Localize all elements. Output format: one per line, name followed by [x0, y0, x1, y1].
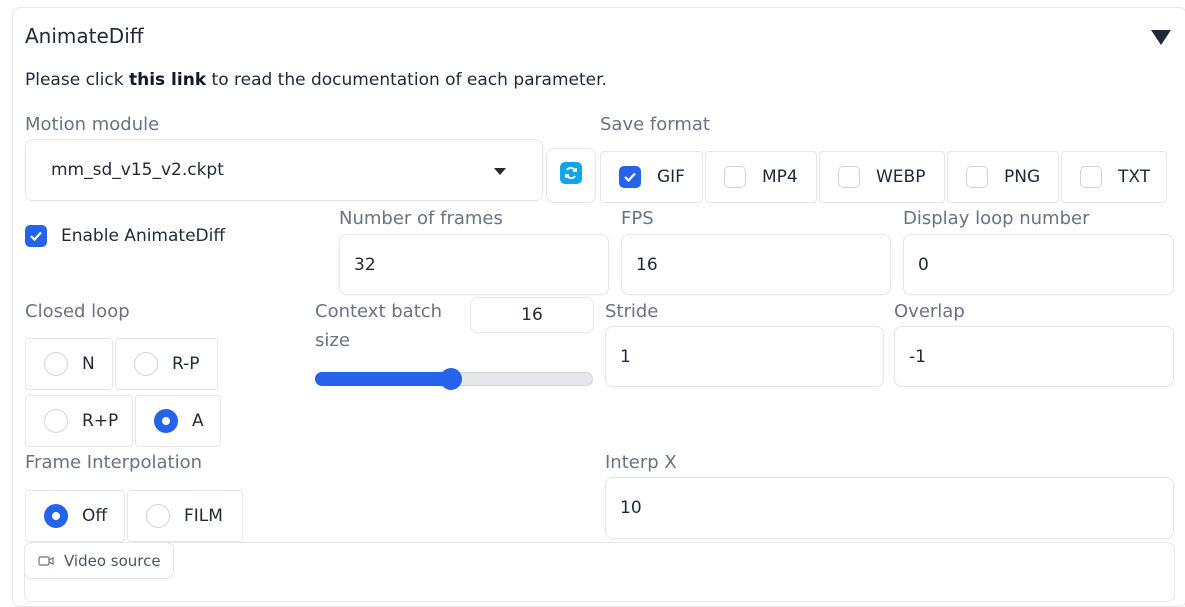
refresh-button[interactable] — [546, 148, 596, 203]
option-label: PNG — [1004, 167, 1041, 187]
enable-label: Enable AnimateDiff — [61, 226, 226, 246]
frames-label: Number of frames — [339, 208, 503, 229]
option-label: TXT — [1118, 167, 1151, 187]
frame-interp-off[interactable]: Off — [25, 490, 125, 542]
context-batch-slider-fill — [315, 372, 452, 386]
interp-x-input[interactable]: 10 — [605, 477, 1174, 539]
video-source-label: Video source — [64, 551, 161, 570]
radio-selected-icon — [154, 409, 178, 433]
option-label: N — [82, 354, 95, 374]
context-batch-number-input[interactable]: 16 — [470, 297, 594, 333]
save-format-gif[interactable]: GIF — [600, 151, 703, 203]
radio-icon — [146, 504, 170, 528]
display-loop-label: Display loop number — [903, 208, 1090, 229]
closed-loop-r-p[interactable]: R-P — [115, 338, 218, 390]
save-format-txt[interactable]: TXT — [1061, 151, 1167, 203]
option-label: WEBP — [876, 167, 926, 187]
radio-icon — [134, 352, 158, 376]
checkbox-icon — [724, 166, 746, 188]
refresh-icon — [560, 162, 582, 184]
checkbox-icon — [1080, 166, 1102, 188]
checkbox-icon — [838, 166, 860, 188]
stride-input[interactable]: 1 — [605, 326, 884, 387]
checkbox-checked-icon — [619, 166, 641, 188]
motion-module-label: Motion module — [25, 114, 160, 135]
chevron-down-icon — [494, 168, 506, 175]
interp-x-label: Interp X — [605, 452, 677, 473]
collapse-triangle-icon[interactable] — [1151, 30, 1171, 45]
checkbox-icon — [966, 166, 988, 188]
display-loop-input[interactable]: 0 — [903, 234, 1174, 295]
video-source-tab: Video source — [24, 542, 174, 579]
option-label: FILM — [184, 506, 223, 526]
closed-loop-a[interactable]: A — [135, 395, 221, 447]
option-label: R-P — [172, 354, 200, 374]
frame-interp-film[interactable]: FILM — [127, 490, 243, 542]
context-batch-label-1: Context batch — [315, 301, 443, 322]
closed-loop-label: Closed loop — [25, 301, 130, 322]
frame-interpolation-label: Frame Interpolation — [25, 452, 203, 473]
video-source-area[interactable] — [24, 542, 1175, 602]
frames-input[interactable]: 32 — [339, 234, 609, 295]
doc-line: Please click this link to read the docum… — [25, 70, 607, 90]
option-label: MP4 — [762, 167, 798, 187]
radio-icon — [44, 352, 68, 376]
fps-label: FPS — [621, 208, 654, 229]
context-batch-label-2: size — [315, 330, 350, 351]
save-format-mp4[interactable]: MP4 — [705, 151, 817, 203]
option-label: Off — [82, 506, 108, 526]
context-batch-value: 16 — [521, 305, 543, 325]
overlap-input[interactable]: -1 — [894, 326, 1174, 387]
option-label: R+P — [82, 411, 119, 431]
option-label: GIF — [657, 167, 685, 187]
save-format-label: Save format — [600, 114, 710, 135]
motion-module-value: mm_sd_v15_v2.ckpt — [51, 160, 224, 180]
doc-prefix: Please click — [25, 70, 129, 90]
radio-selected-icon — [44, 504, 68, 528]
option-label: A — [192, 411, 204, 431]
save-format-png[interactable]: PNG — [947, 151, 1059, 203]
video-camera-icon — [38, 555, 54, 567]
doc-suffix: to read the documentation of each parame… — [206, 70, 607, 90]
radio-icon — [44, 409, 68, 433]
fps-input[interactable]: 16 — [621, 234, 891, 295]
closed-loop-n[interactable]: N — [25, 338, 113, 390]
doc-link[interactable]: this link — [129, 70, 206, 90]
context-batch-slider-handle[interactable] — [440, 368, 462, 390]
save-format-webp[interactable]: WEBP — [819, 151, 945, 203]
enable-animatediff-checkbox[interactable]: Enable AnimateDiff — [25, 225, 225, 247]
closed-loop-r-plus-p[interactable]: R+P — [25, 395, 133, 447]
accordion-title[interactable]: AnimateDiff — [25, 24, 144, 48]
checkbox-checked-icon — [25, 225, 47, 247]
motion-module-dropdown[interactable]: mm_sd_v15_v2.ckpt — [25, 139, 543, 201]
overlap-label: Overlap — [894, 301, 965, 322]
stride-label: Stride — [605, 301, 659, 322]
